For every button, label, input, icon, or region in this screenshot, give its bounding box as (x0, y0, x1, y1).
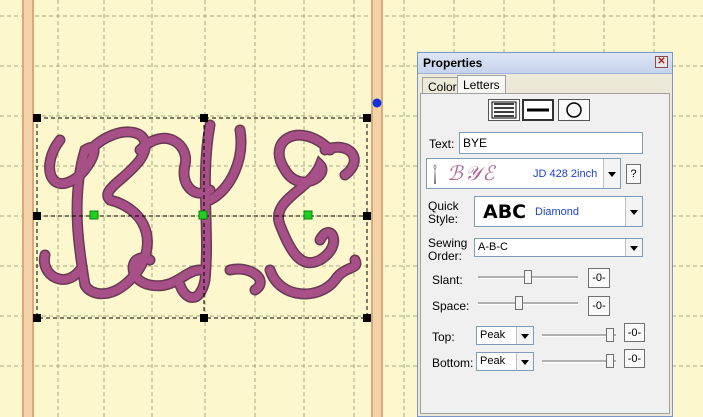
slant-label: Slant: (432, 273, 463, 287)
font-preview: ℬ𝒴ℰ (447, 161, 497, 185)
letter-handle[interactable] (198, 210, 208, 220)
font-dropdown[interactable]: ℬ𝒴ℰ JD 428 2inch (426, 158, 621, 189)
resize-handle[interactable] (363, 212, 371, 220)
chevron-down-icon (625, 197, 642, 226)
chevron-down-icon (625, 239, 642, 256)
circle-frame-icon (566, 102, 582, 118)
sewing-order-dropdown[interactable]: A-B-C (474, 238, 643, 257)
bottom-slider[interactable] (542, 354, 616, 368)
resize-handle[interactable] (363, 114, 371, 122)
resize-handle[interactable] (33, 314, 41, 322)
chevron-down-icon (516, 327, 533, 344)
quick-style-sample: ABC (483, 201, 527, 223)
quick-style-label-2: Style: (428, 212, 459, 226)
letter-handle[interactable] (303, 210, 313, 220)
slant-reset-button[interactable]: -0- (588, 268, 610, 288)
top-value: Peak (480, 329, 506, 341)
letter-handle[interactable] (89, 210, 99, 220)
bottom-value: Peak (480, 355, 506, 367)
resize-handle[interactable] (33, 212, 41, 220)
resize-handle[interactable] (200, 314, 208, 322)
single-line-frame-button[interactable] (522, 99, 554, 121)
quick-style-value: Diamond (535, 206, 580, 218)
chevron-down-icon (516, 353, 533, 370)
font-help-button[interactable]: ? (626, 164, 641, 184)
bottom-reset-button[interactable]: -0- (624, 349, 645, 368)
resize-handle[interactable] (200, 114, 208, 122)
letters-tab-body: Text: BYE ℬ𝒴ℰ JD 428 2inch ? Quick Style… (420, 93, 670, 414)
sewing-order-value: A-B-C (478, 241, 508, 253)
text-input[interactable]: BYE (459, 132, 643, 154)
space-label: Space: (432, 299, 470, 313)
text-label: Text: (429, 137, 455, 151)
top-dropdown[interactable]: Peak (476, 326, 534, 345)
text-input-value: BYE (463, 136, 488, 150)
rotate-handle[interactable] (372, 98, 382, 108)
tab-label: Color (428, 80, 457, 94)
bottom-dropdown[interactable]: Peak (476, 352, 534, 371)
space-slider[interactable] (478, 296, 578, 310)
lines-frame-button[interactable] (488, 99, 520, 121)
quick-style-dropdown[interactable]: ABC Diamond (474, 196, 643, 227)
top-label: Top: (432, 330, 455, 344)
circle-frame-button[interactable] (558, 99, 590, 121)
single-line-frame-icon (527, 108, 549, 112)
font-name: JD 428 2inch (533, 168, 598, 180)
needle-icon (433, 163, 437, 184)
panel-title: Properties (423, 56, 483, 70)
slider-thumb[interactable] (606, 328, 614, 342)
tab-label: Letters (463, 78, 500, 92)
slant-slider[interactable] (478, 270, 578, 284)
panel-titlebar[interactable]: Properties ✕ (418, 53, 672, 74)
close-icon: ✕ (657, 56, 666, 67)
lines-frame-icon (491, 101, 517, 119)
quick-style-label-1: Quick (428, 199, 459, 213)
slider-thumb[interactable] (515, 296, 523, 310)
resize-handle[interactable] (363, 314, 371, 322)
chevron-down-icon (603, 159, 620, 188)
sewing-order-label-1: Sewing (428, 236, 468, 250)
resize-handle[interactable] (33, 114, 41, 122)
properties-panel: Properties ✕ Color Letters Text: BYE ℬ𝒴ℰ… (417, 52, 673, 417)
bottom-label: Bottom: (432, 356, 474, 370)
space-reset-button[interactable]: -0- (588, 296, 610, 316)
sewing-order-label-2: Order: (428, 249, 463, 263)
tab-letters[interactable]: Letters (457, 75, 506, 93)
close-button[interactable]: ✕ (655, 56, 668, 68)
top-slider[interactable] (542, 328, 616, 342)
top-reset-button[interactable]: -0- (624, 323, 645, 342)
slider-thumb[interactable] (524, 270, 532, 284)
slider-thumb[interactable] (606, 354, 614, 368)
